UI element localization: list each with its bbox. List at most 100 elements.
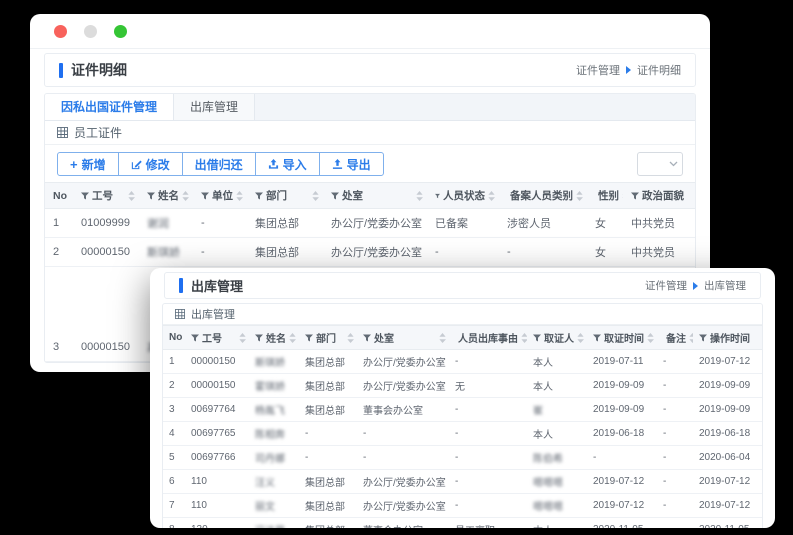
table-cell: - bbox=[449, 349, 527, 374]
table-row[interactable]: 4 00697765 陈相奔 - - - 本人 2019-06-18-2019-06-18 bbox=[163, 421, 762, 446]
table-row[interactable]: 1 00000150 斯琪娇 集团总部 办公厅/党委办公室 - 本人 2019-07-11-2… bbox=[163, 349, 762, 374]
table-row[interactable]: 8130冯达晨集团总部董事会办公室员工离职本人2020-11-05-2020-1… bbox=[163, 517, 762, 528]
page-title: 证件明细 bbox=[71, 62, 127, 78]
sort-icon[interactable] bbox=[312, 190, 319, 201]
table-cell: 3 bbox=[163, 397, 185, 422]
filter-icon[interactable] bbox=[435, 192, 440, 200]
column-header[interactable]: 操作时间 bbox=[693, 325, 762, 350]
export-button[interactable]: 导出 bbox=[318, 152, 384, 176]
table-row[interactable]: 3 00697764 杨胤飞 集团总部 董事会办公室 - 崔 2019-09-09-2019-… bbox=[163, 397, 762, 422]
filter-icon[interactable] bbox=[255, 192, 263, 200]
sort-icon[interactable] bbox=[488, 190, 495, 201]
table-cell: 无 bbox=[449, 373, 527, 398]
column-header[interactable]: 处室 bbox=[323, 182, 427, 209]
sort-icon[interactable] bbox=[622, 191, 623, 201]
breadcrumb-parent[interactable]: 证件管理 bbox=[576, 62, 620, 78]
table-row[interactable]: 6 110 汪义 集团总部 办公厅/党委办公室 - 嗯嗯嗯 2019-07-12-2019-0… bbox=[163, 469, 762, 494]
table-cell: 3 bbox=[45, 333, 73, 362]
filter-icon[interactable] bbox=[593, 334, 601, 342]
filter-icon[interactable] bbox=[363, 334, 371, 342]
sort-icon[interactable] bbox=[576, 190, 583, 201]
column-header[interactable]: 取证时间 bbox=[587, 325, 657, 350]
table-cell: 集团总部 bbox=[247, 208, 323, 238]
add-button[interactable]: + 新增 bbox=[57, 152, 119, 176]
breadcrumb: 证件管理 证件明细 bbox=[576, 62, 681, 78]
column-header[interactable]: 人员出库事由 bbox=[449, 325, 527, 350]
sort-icon[interactable] bbox=[236, 190, 243, 201]
table-row[interactable]: 5 00697766 司丹娜 - - - 陈伯希 - -2020-06-04 bbox=[163, 445, 762, 470]
filter-icon[interactable] bbox=[533, 334, 541, 342]
tab-private-abroad-cert-mgmt[interactable]: 因私出国证件管理 bbox=[45, 94, 175, 120]
column-header[interactable]: 工号 bbox=[73, 182, 139, 209]
column-header[interactable]: 部门 bbox=[299, 325, 357, 350]
sort-icon[interactable] bbox=[128, 190, 135, 201]
table-cell: 集团总部 bbox=[299, 349, 357, 374]
maximize-button[interactable] bbox=[114, 24, 127, 38]
table-row[interactable]: 7 110 丽文 集团总部 办公厅/党委办公室 - 嗯嗯嗯 2019-07-12-2019-0… bbox=[163, 493, 762, 518]
column-header-label: 处室 bbox=[342, 190, 363, 202]
table-cell: - bbox=[657, 469, 693, 494]
sort-icon[interactable] bbox=[239, 332, 246, 343]
column-header[interactable]: 工号 bbox=[185, 325, 249, 350]
import-button[interactable]: 导入 bbox=[254, 152, 320, 176]
sort-icon[interactable] bbox=[347, 332, 354, 343]
minimize-button[interactable] bbox=[84, 24, 97, 38]
sort-icon[interactable] bbox=[577, 332, 584, 343]
sort-icon[interactable] bbox=[289, 332, 296, 343]
edit-button[interactable]: 修改 bbox=[117, 152, 183, 176]
filter-icon[interactable] bbox=[699, 334, 707, 342]
close-button[interactable] bbox=[54, 24, 67, 38]
column-header-label: 性别 bbox=[598, 190, 619, 202]
table-cell: 集团总部 bbox=[299, 469, 357, 494]
column-header[interactable]: 备注 bbox=[657, 325, 693, 350]
sort-icon[interactable] bbox=[521, 332, 527, 343]
table-cell: 办公厅/党委办公室 bbox=[323, 237, 427, 267]
table-cell: 冯达晨 bbox=[249, 517, 299, 528]
table-row[interactable]: 2 00000150 斯琪娇 - 集团总部 办公厅/党委办公室 - - 女中共党员 bbox=[45, 237, 695, 267]
table-row[interactable]: 2 00000150 霍琪娇 集团总部 办公厅/党委办公室无本人 2019-09-09-2… bbox=[163, 373, 762, 398]
column-header-label: 姓名 bbox=[266, 334, 286, 345]
column-header[interactable]: 单位 bbox=[193, 182, 247, 209]
sort-icon[interactable] bbox=[647, 332, 654, 343]
table-cell: 110 bbox=[185, 469, 249, 494]
filter-icon[interactable] bbox=[201, 192, 209, 200]
filter-icon[interactable] bbox=[331, 192, 339, 200]
table-cell: 00697766 bbox=[185, 445, 249, 470]
sort-icon[interactable] bbox=[439, 332, 446, 343]
filter-icon[interactable] bbox=[305, 334, 313, 342]
column-header[interactable]: 性别 bbox=[587, 182, 623, 209]
sort-icon[interactable] bbox=[416, 190, 423, 201]
filter-icon[interactable] bbox=[81, 192, 89, 200]
breadcrumb-current: 证件明细 bbox=[637, 65, 681, 77]
sort-icon[interactable] bbox=[182, 190, 189, 201]
column-header[interactable]: 人员状态 bbox=[427, 182, 499, 209]
table-cell: 集团总部 bbox=[247, 237, 323, 267]
column-header-label: 部门 bbox=[266, 190, 287, 202]
filter-icon[interactable] bbox=[631, 192, 639, 200]
sort-icon[interactable] bbox=[689, 332, 693, 343]
column-header[interactable]: 部门 bbox=[247, 182, 323, 209]
breadcrumb-parent[interactable]: 证件管理 bbox=[645, 278, 687, 293]
lend-return-button[interactable]: 出借归还 bbox=[181, 152, 256, 176]
table-header-row: No 工号 姓名 单位 部门 处室 人员状态 备案人员类别 性别 政治面貌 bbox=[45, 182, 695, 209]
filter-icon[interactable] bbox=[147, 192, 155, 200]
column-header[interactable]: 姓名 bbox=[139, 182, 193, 209]
table-grid-icon bbox=[57, 127, 68, 138]
outbound-mgmt-window: 出库管理 证件管理 出库管理 出库管理 No 工号 姓名 部门 处室 人员出库事由 取证人 取… bbox=[150, 268, 775, 528]
tab-outbound-mgmt[interactable]: 出库管理 bbox=[174, 94, 256, 120]
table-cell: 嗯嗯嗯 bbox=[527, 493, 587, 518]
column-header[interactable]: 政治面貌 bbox=[623, 182, 695, 209]
column-header[interactable]: 处室 bbox=[357, 325, 449, 350]
table-cell: 2019-07-12 bbox=[587, 469, 657, 494]
edit-icon bbox=[131, 160, 142, 169]
filter-icon[interactable] bbox=[255, 334, 263, 342]
table-cell: 丽文 bbox=[249, 493, 299, 518]
table-cell: 崔 bbox=[527, 397, 587, 422]
filter-icon[interactable] bbox=[191, 334, 199, 342]
column-header[interactable]: 备案人员类别 bbox=[499, 182, 587, 209]
column-header[interactable]: 取证人 bbox=[527, 325, 587, 350]
column-header[interactable]: 姓名 bbox=[249, 325, 299, 350]
table-cell: 已备案 bbox=[427, 208, 499, 238]
table-filter-select[interactable] bbox=[637, 152, 683, 176]
table-row[interactable]: 1 01009999 谢润 - 集团总部 办公厅/党委办公室 已备案 涉密人员女中共党员 bbox=[45, 208, 695, 238]
